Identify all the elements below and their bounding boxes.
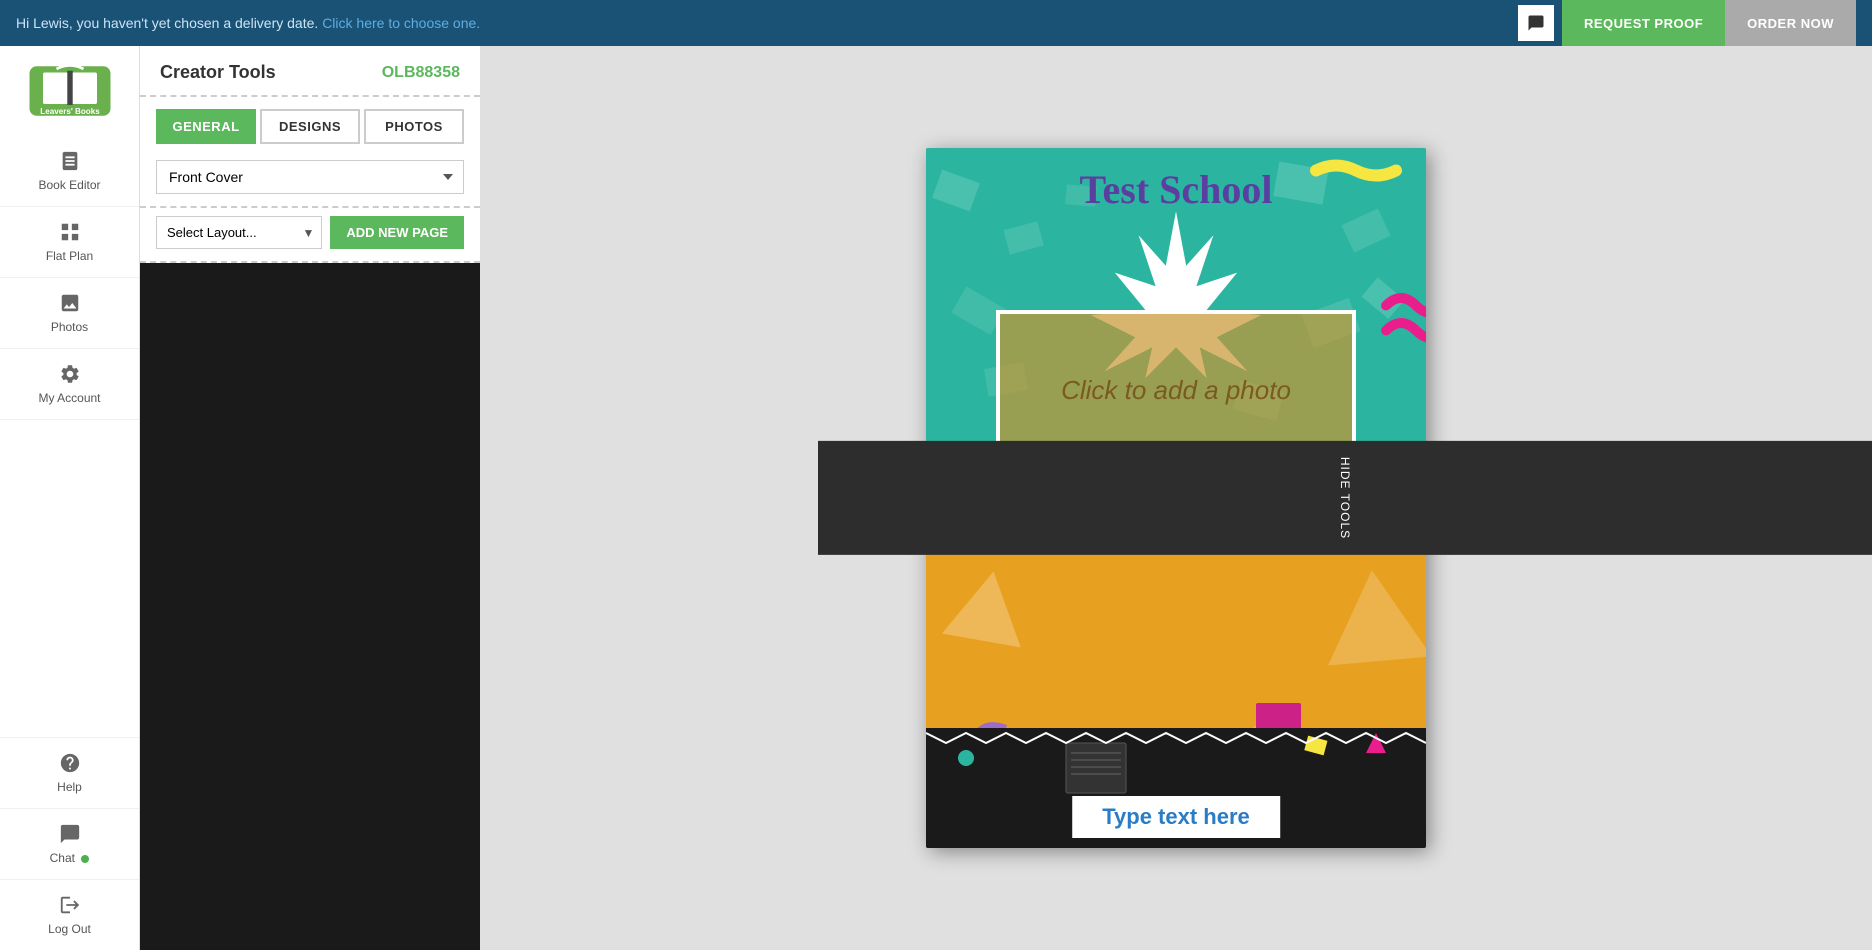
school-name: Test School <box>926 166 1426 213</box>
sidebar-item-flat-plan[interactable]: Flat Plan <box>0 207 139 278</box>
order-now-button[interactable]: ORDER NOW <box>1725 0 1856 46</box>
layout-row: Select Layout... Layout 1 Layout 2 ▼ ADD… <box>140 208 480 263</box>
main-layout: Leavers' Books Book Editor Flat Plan Pho… <box>0 46 1872 950</box>
layout-select[interactable]: Select Layout... Layout 1 Layout 2 <box>156 216 322 249</box>
sidebar-item-book-editor[interactable]: Book Editor <box>0 136 139 207</box>
sidebar-item-flat-plan-label: Flat Plan <box>46 249 93 263</box>
creator-tools-header: Creator Tools OLB88358 <box>140 46 480 97</box>
book-icon <box>59 150 81 172</box>
sidebar: Leavers' Books Book Editor Flat Plan Pho… <box>0 46 140 950</box>
gear-icon <box>59 363 81 385</box>
sidebar-item-photos[interactable]: Photos <box>0 278 139 349</box>
text-placeholder-label: Type text here <box>1102 804 1250 829</box>
notification-bar: Hi Lewis, you haven't yet chosen a deliv… <box>0 0 1872 46</box>
page-dropdown-section: Front Cover Back Cover Page 1 Page 2 <box>140 152 480 208</box>
sidebar-item-my-account-label: My Account <box>38 391 100 405</box>
cover-orange-bottom: Type text here <box>926 533 1426 848</box>
question-icon <box>59 752 81 774</box>
logout-icon <box>59 894 81 916</box>
photo-icon <box>59 292 81 314</box>
sidebar-item-book-editor-label: Book Editor <box>38 178 100 192</box>
svg-text:Leavers' Books: Leavers' Books <box>40 107 100 116</box>
notification-text: Hi Lewis, you haven't yet chosen a deliv… <box>16 15 480 31</box>
leavers-books-logo: Leavers' Books <box>25 61 115 121</box>
photo-placeholder-text: Click to add a photo <box>1061 375 1291 406</box>
creator-tools-code: OLB88358 <box>382 64 460 82</box>
sidebar-item-help[interactable]: Help <box>0 737 139 808</box>
tab-designs[interactable]: DESIGNS <box>260 109 360 144</box>
grid-icon <box>59 221 81 243</box>
creator-tools-panel: Creator Tools OLB88358 GENERAL DESIGNS P… <box>140 46 480 950</box>
add-new-page-button[interactable]: ADD NEW PAGE <box>330 216 464 249</box>
tab-general[interactable]: GENERAL <box>156 109 256 144</box>
request-proof-button[interactable]: REQUEST PROOF <box>1562 0 1725 46</box>
sidebar-item-chat[interactable]: Chat <box>0 808 139 879</box>
creator-tools-title: Creator Tools <box>160 62 276 83</box>
sidebar-item-logout[interactable]: Log Out <box>0 879 139 950</box>
sidebar-item-chat-label: Chat <box>50 851 90 865</box>
sidebar-item-my-account[interactable]: My Account <box>0 349 139 420</box>
layout-select-wrap: Select Layout... Layout 1 Layout 2 ▼ <box>156 216 322 249</box>
sidebar-item-help-label: Help <box>57 780 82 794</box>
logo-area: Leavers' Books <box>20 56 120 126</box>
chat-online-dot <box>81 855 89 863</box>
choose-delivery-link[interactable]: Click here to choose one. <box>322 15 480 31</box>
content-area: HIDE TOOLS <box>480 46 1872 950</box>
chat-bubble-icon <box>1527 14 1545 32</box>
chat-icon <box>59 823 81 845</box>
chat-icon-button[interactable] <box>1518 5 1554 41</box>
sidebar-item-logout-label: Log Out <box>48 922 91 936</box>
tab-photos[interactable]: PHOTOS <box>364 109 464 144</box>
sidebar-item-photos-label: Photos <box>51 320 88 334</box>
hide-tools-button[interactable]: HIDE TOOLS <box>818 441 1872 555</box>
bottom-black-strip: Type text here <box>926 728 1426 848</box>
text-placeholder-box[interactable]: Type text here <box>1072 796 1280 838</box>
page-select[interactable]: Front Cover Back Cover Page 1 Page 2 <box>156 160 464 194</box>
creator-tools-tabs: GENERAL DESIGNS PHOTOS <box>140 97 480 152</box>
